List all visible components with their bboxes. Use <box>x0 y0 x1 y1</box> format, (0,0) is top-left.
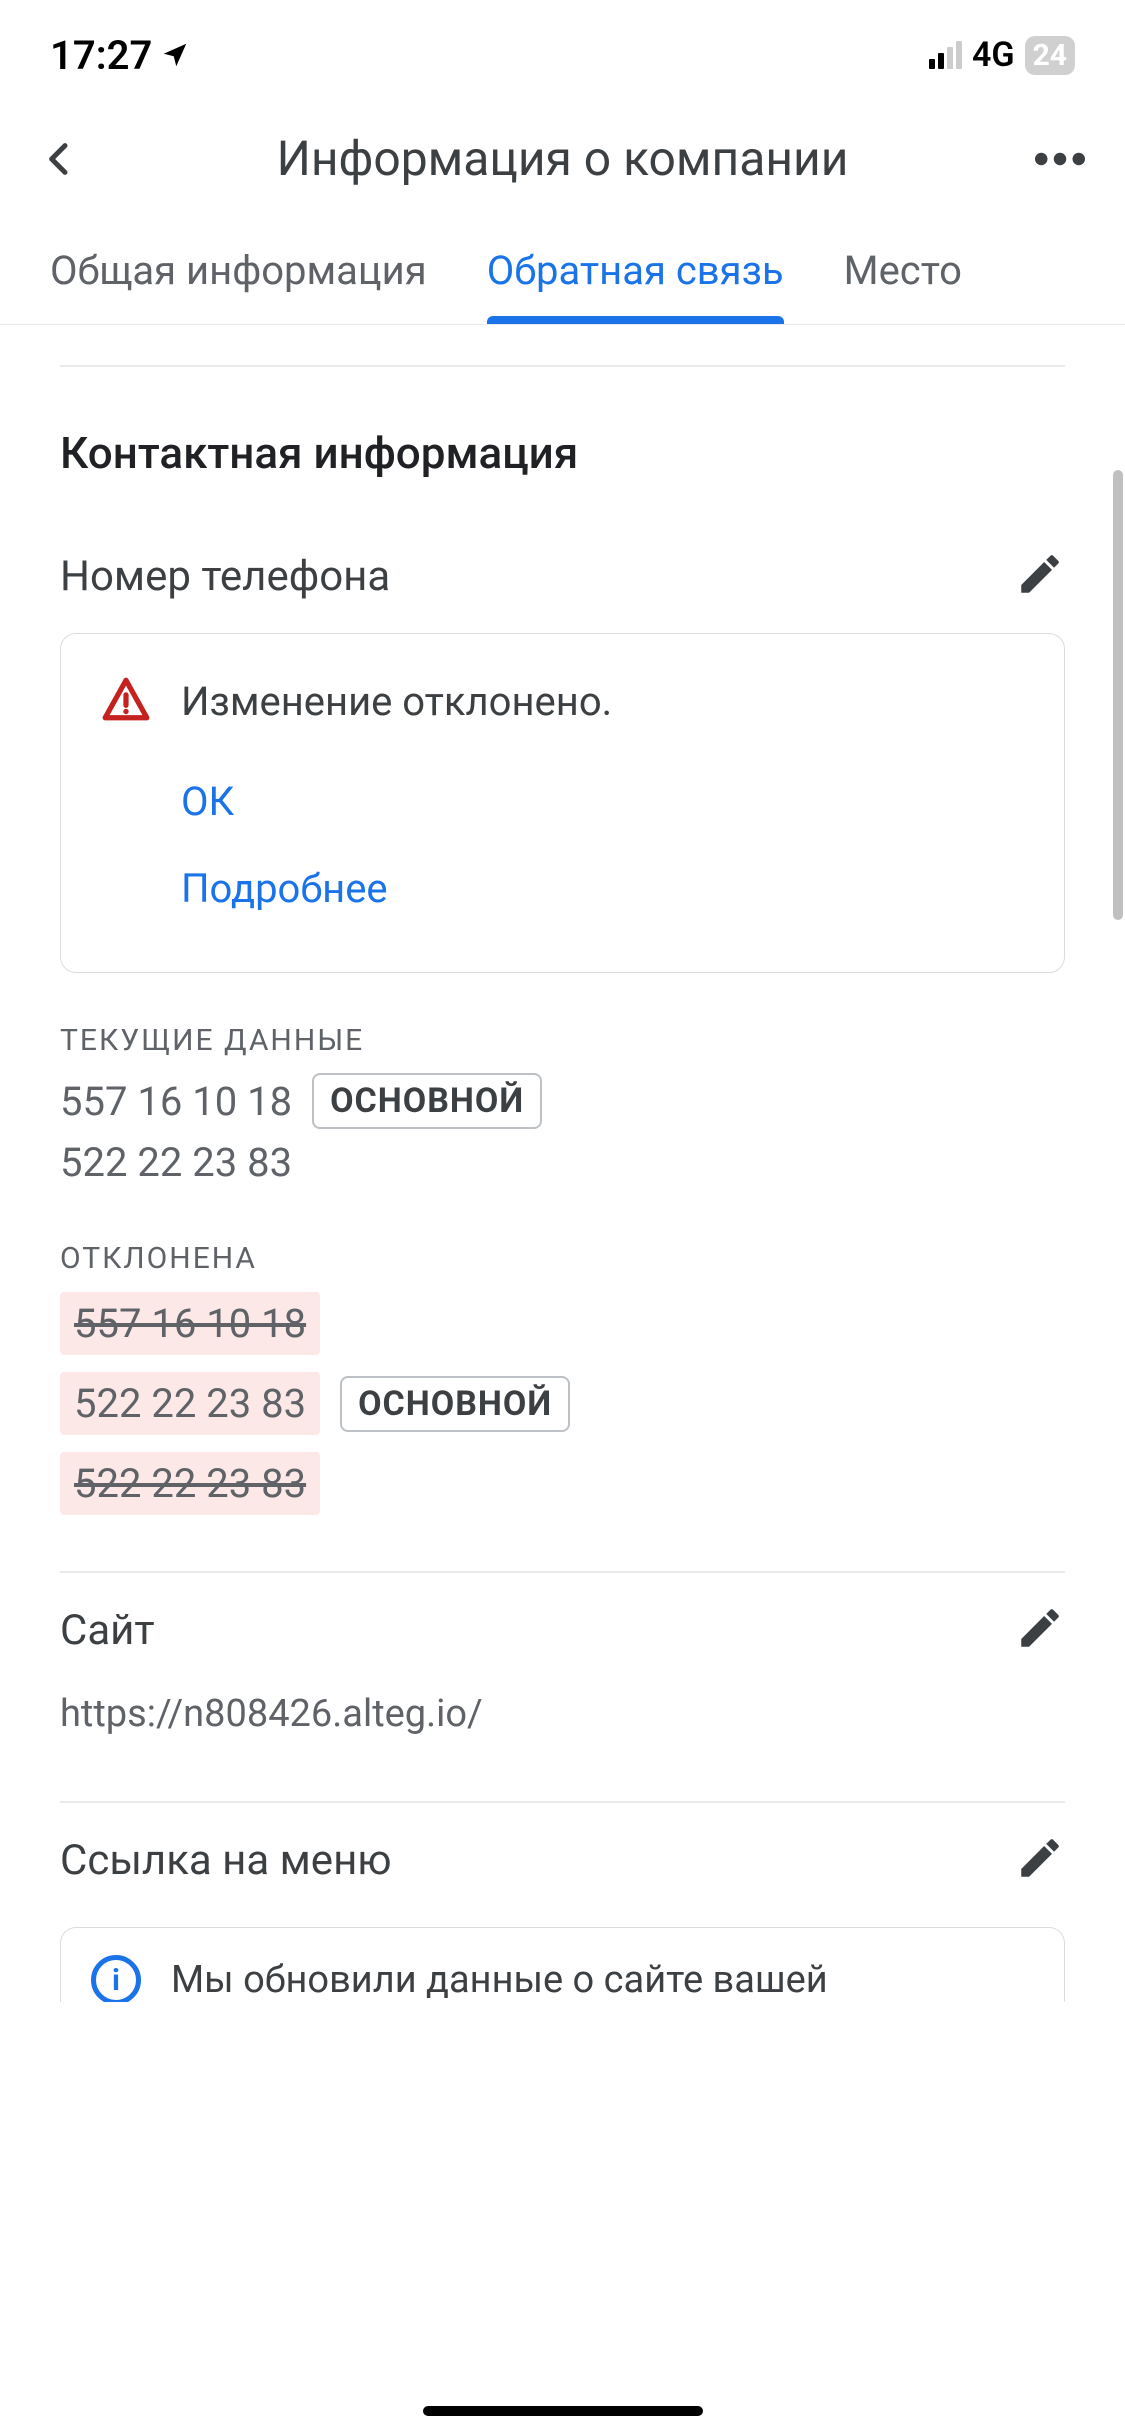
alert-message: Изменение отклонено. <box>181 674 612 725</box>
rejected-primary-badge: ОСНОВНОЙ <box>340 1376 570 1432</box>
battery-icon: 24 <box>1025 36 1075 75</box>
content-area: Контактная информация Номер телефона Изм… <box>0 367 1125 2002</box>
website-url: https://n808426.alteg.io/ <box>60 1677 1065 1751</box>
edit-menu-link-button[interactable] <box>1015 1833 1065 1887</box>
rejected-row-2: 522 22 23 83 ОСНОВНОЙ <box>60 1361 1065 1446</box>
current-primary-phone: 557 16 10 18 <box>60 1078 292 1125</box>
primary-badge: ОСНОВНОЙ <box>312 1073 542 1129</box>
status-bar: 17:27 4G 24 <box>0 0 1125 100</box>
more-horizontal-icon <box>1035 149 1085 169</box>
menu-link-field-row: Ссылка на меню <box>60 1803 1065 1907</box>
status-time-group: 17:27 <box>50 32 190 79</box>
phone-field-row: Номер телефона <box>60 519 1065 623</box>
tab-feedback[interactable]: Обратная связь <box>487 227 784 324</box>
tab-location[interactable]: Место <box>844 227 962 324</box>
website-field-label: Сайт <box>60 1606 155 1655</box>
home-indicator[interactable] <box>423 2406 703 2416</box>
app-header: Информация о компании <box>0 100 1125 227</box>
pencil-icon <box>1015 549 1065 599</box>
rejected-phone-3: 522 22 23 83 <box>74 1460 306 1507</box>
rejection-alert: Изменение отклонено. ОК Подробнее <box>60 633 1065 973</box>
edit-website-button[interactable] <box>1015 1603 1065 1657</box>
alert-ok-button[interactable]: ОК <box>181 758 1034 845</box>
alert-more-button[interactable]: Подробнее <box>181 845 1034 932</box>
network-label: 4G <box>972 35 1015 75</box>
battery-level: 24 <box>1033 38 1067 73</box>
status-right-group: 4G 24 <box>929 35 1075 75</box>
warning-icon-wrap <box>91 674 151 728</box>
scrollbar[interactable] <box>1113 470 1123 920</box>
info-icon: i <box>91 1955 141 2002</box>
tab-bar: Общая информация Обратная связь Место <box>0 227 1125 325</box>
menu-info-box: i Мы обновили данные о сайте вашей <box>60 1927 1065 2002</box>
section-title: Контактная информация <box>60 367 1065 519</box>
pencil-icon <box>1015 1603 1065 1653</box>
current-data-label: ТЕКУЩИЕ ДАННЫЕ <box>60 973 1065 1068</box>
menu-link-field-label: Ссылка на меню <box>60 1836 392 1885</box>
phone-field-label: Номер телефона <box>60 552 390 601</box>
rejected-phone-2: 522 22 23 83 <box>74 1380 306 1427</box>
rejected-row-1: 557 16 10 18 <box>60 1292 320 1355</box>
pencil-icon <box>1015 1833 1065 1883</box>
status-time: 17:27 <box>50 32 152 79</box>
page-title: Информация о компании <box>100 130 1025 187</box>
menu-info-text: Мы обновили данные о сайте вашей <box>171 1958 828 2002</box>
tab-general[interactable]: Общая информация <box>50 227 427 324</box>
website-field-row: Сайт <box>60 1573 1065 1677</box>
current-secondary-phone: 522 22 23 83 <box>60 1139 292 1186</box>
rejected-row-3: 522 22 23 83 <box>60 1452 320 1515</box>
current-primary-row: 557 16 10 18 ОСНОВНОЙ <box>60 1068 1065 1134</box>
more-button[interactable] <box>1025 149 1085 169</box>
rejected-phone-2-wrap: 522 22 23 83 <box>60 1372 320 1435</box>
signal-icon <box>929 41 962 69</box>
back-button[interactable] <box>40 134 100 184</box>
edit-phone-button[interactable] <box>1015 549 1065 603</box>
chevron-left-icon <box>40 134 80 184</box>
current-secondary-row: 522 22 23 83 <box>60 1134 1065 1191</box>
rejected-label: ОТКЛОНЕНА <box>60 1191 1065 1286</box>
rejected-phone-1: 557 16 10 18 <box>74 1300 306 1347</box>
location-arrow-icon <box>160 40 190 70</box>
warning-triangle-icon <box>101 674 151 724</box>
